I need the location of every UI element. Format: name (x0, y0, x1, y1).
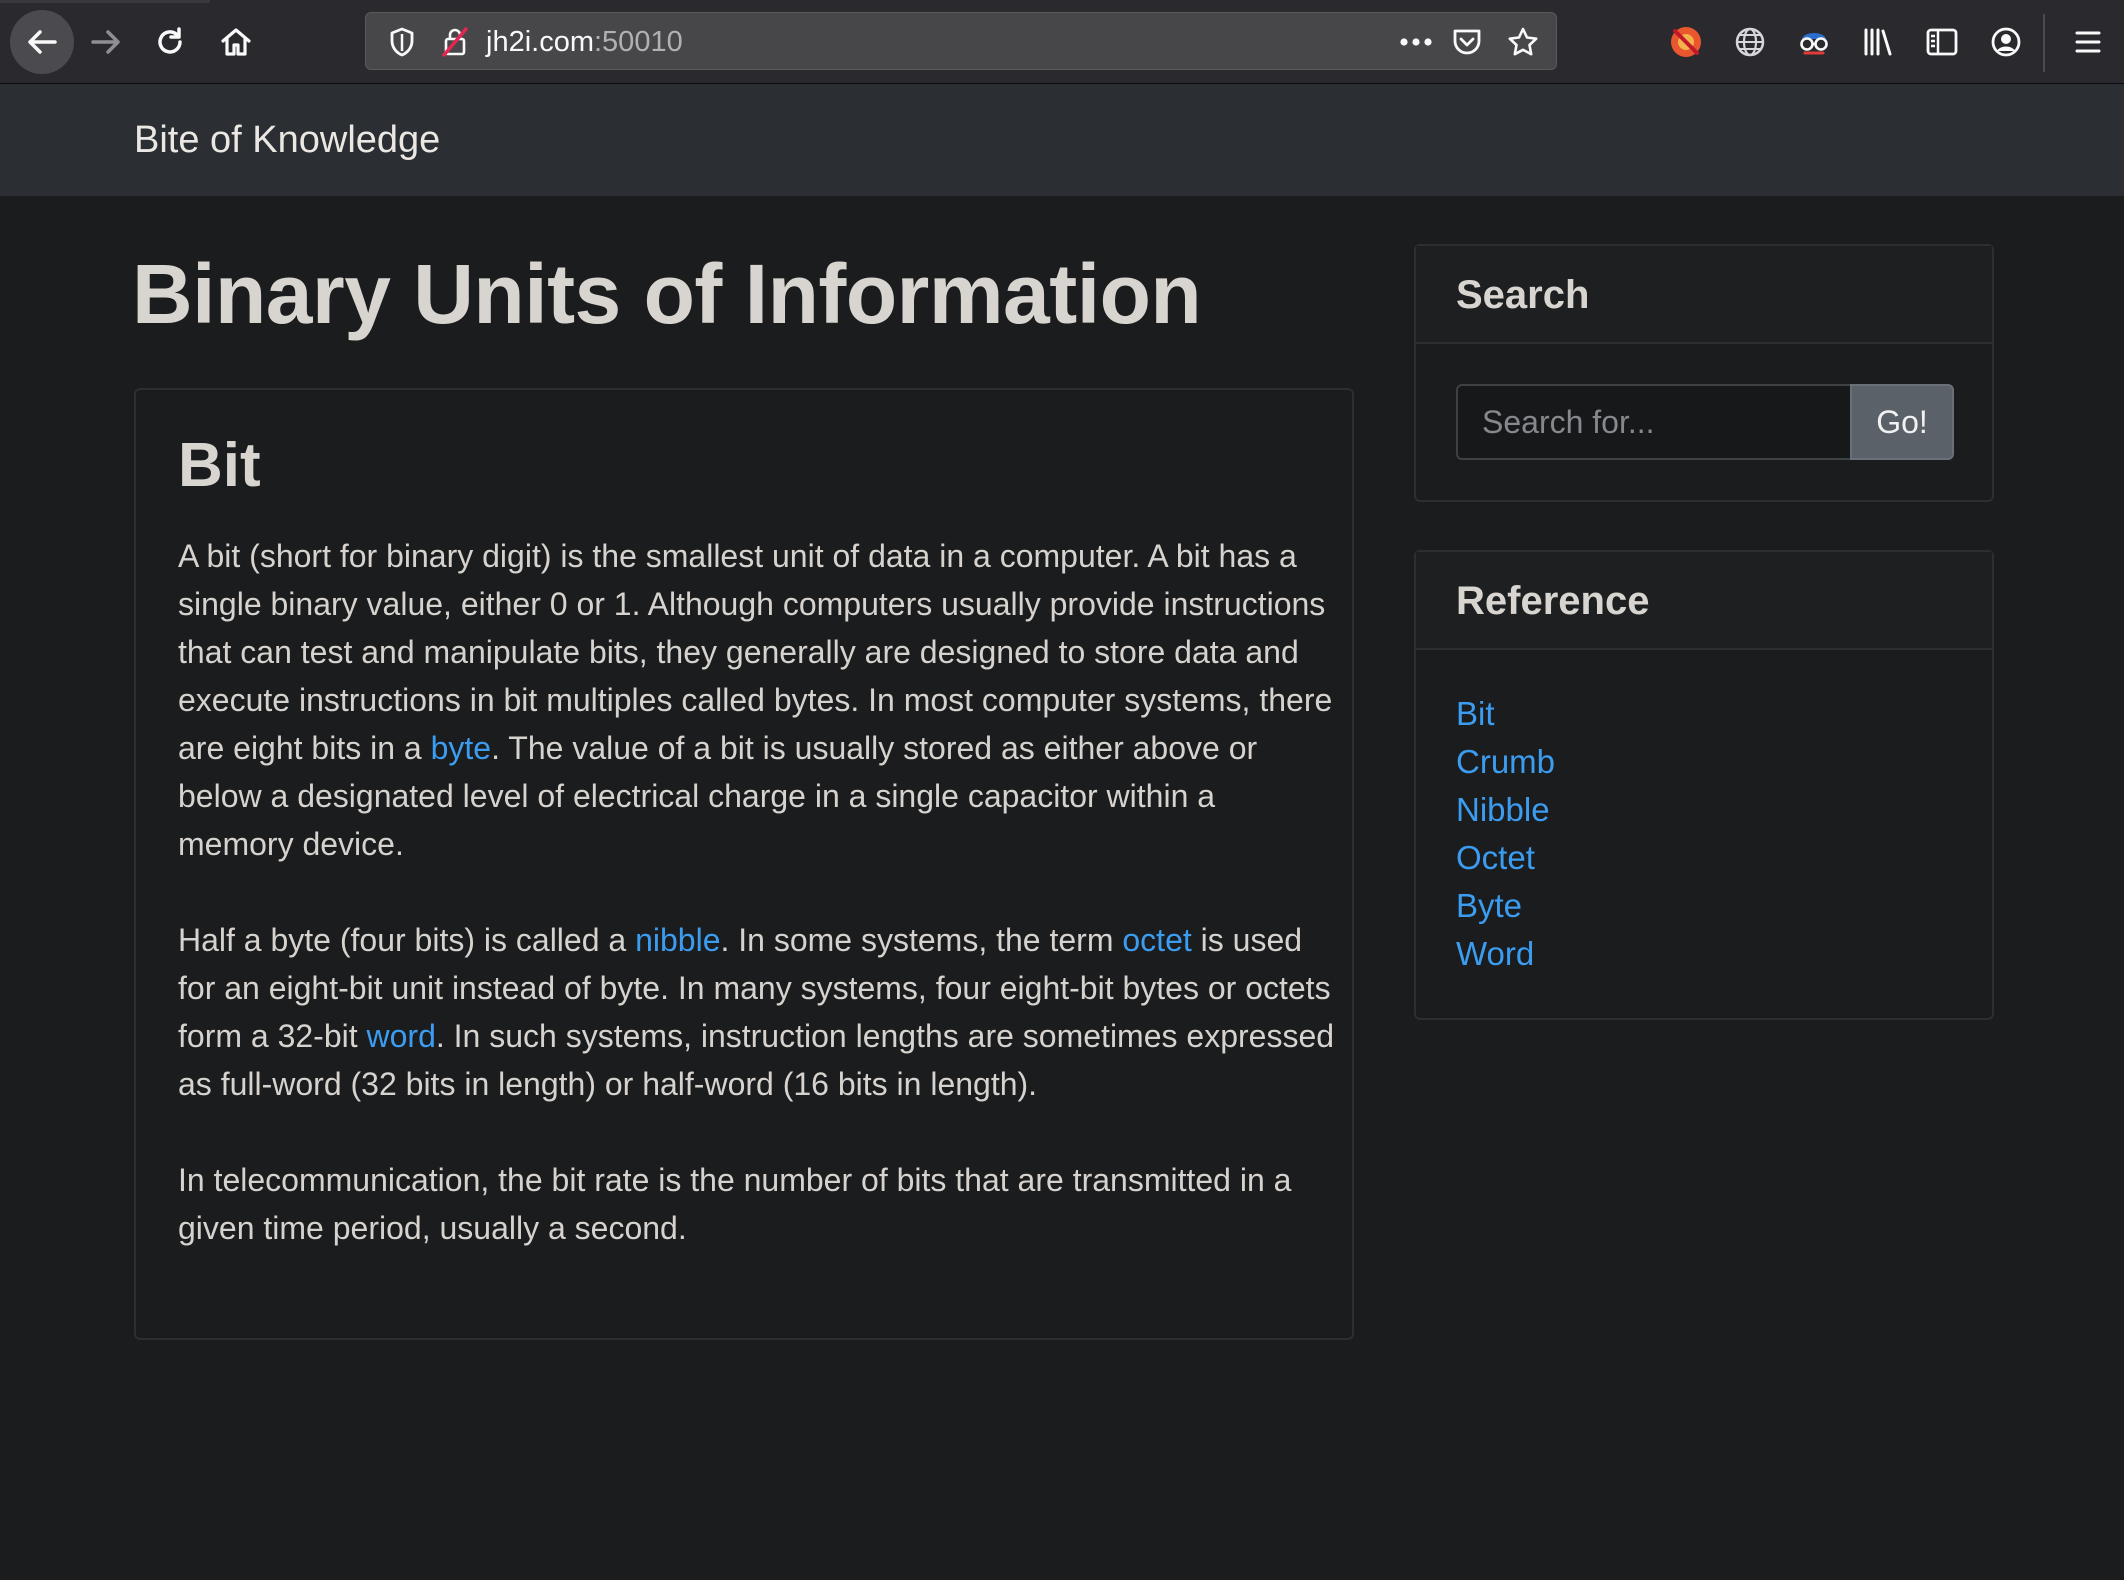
article-paragraph-3: In telecommunication, the bit rate is th… (178, 1162, 1292, 1246)
url-host: jh2i.com (486, 26, 594, 58)
toolbar-separator (2043, 14, 2045, 72)
search-widget: Search Go! (1414, 244, 1994, 502)
article-title: Bit (178, 431, 261, 500)
account-icon (1991, 27, 2021, 57)
blocker-extension-icon (1671, 27, 1701, 57)
url-text[interactable]: jh2i.com:50010 (486, 13, 683, 71)
link-word[interactable]: word (367, 1018, 436, 1054)
home-icon (221, 28, 251, 56)
library-icon (1864, 28, 1892, 56)
tab-strip (0, 0, 210, 3)
menu-button[interactable] (2056, 10, 2120, 74)
site-brand-link[interactable]: Bite of Knowledge (134, 84, 440, 196)
forward-arrow-icon (91, 30, 120, 54)
back-button[interactable] (10, 10, 74, 74)
site-navbar: Bite of Knowledge (0, 84, 2124, 196)
reference-link-byte[interactable]: Byte (1456, 887, 1522, 924)
reference-widget-title: Reference (1456, 579, 1650, 623)
bookmark-star-icon[interactable] (1502, 13, 1544, 71)
insecure-lock-icon[interactable] (432, 13, 478, 71)
search-input[interactable] (1456, 384, 1850, 460)
reference-item: Byte (1456, 882, 1555, 930)
reload-icon (158, 27, 182, 54)
back-arrow-icon (28, 30, 57, 54)
page-actions-ellipsis-icon[interactable] (1394, 13, 1438, 71)
url-port: :50010 (594, 26, 683, 58)
reference-item: Octet (1456, 834, 1555, 882)
sidebar-icon (1926, 28, 1958, 56)
extension-spy-button[interactable] (1782, 10, 1846, 74)
reload-button[interactable] (138, 10, 202, 74)
link-nibble[interactable]: nibble (635, 922, 720, 958)
reference-link-bit[interactable]: Bit (1456, 695, 1495, 732)
forward-button[interactable] (74, 10, 138, 74)
paragraph-text: . In some systems, the term (720, 922, 1123, 958)
tracking-protection-shield-icon[interactable] (378, 13, 426, 71)
reference-item: Bit (1456, 690, 1555, 738)
paragraph-text: Half a byte (four bits) is called a (178, 922, 636, 958)
pocket-icon[interactable] (1446, 13, 1488, 71)
spy-extension-icon (1800, 33, 1828, 55)
page-title: Binary Units of Information (132, 247, 1202, 341)
search-widget-title: Search (1456, 273, 1590, 317)
browser-toolbar: jh2i.com:50010 (0, 0, 2124, 84)
library-button[interactable] (1846, 10, 1910, 74)
article-card: Bit A bit (short for binary digit) is th… (134, 388, 1354, 1340)
hamburger-menu-icon (2075, 31, 2101, 53)
search-widget-header: Search (1416, 246, 1992, 344)
reference-item: Word (1456, 930, 1555, 978)
reference-link-octet[interactable]: Octet (1456, 839, 1535, 876)
search-go-button[interactable]: Go! (1850, 384, 1954, 460)
account-button[interactable] (1974, 10, 2038, 74)
home-button[interactable] (204, 10, 268, 74)
extension-globe-button[interactable] (1718, 10, 1782, 74)
reference-link-nibble[interactable]: Nibble (1456, 791, 1550, 828)
article-paragraph-1: A bit (short for binary digit) is the sm… (178, 532, 1338, 868)
reference-link-word[interactable]: Word (1456, 935, 1534, 972)
link-byte[interactable]: byte (431, 730, 491, 766)
article-paragraph-2: Half a byte (four bits) is called a nibb… (178, 916, 1338, 1108)
link-octet[interactable]: octet (1122, 922, 1191, 958)
article-body: A bit (short for binary digit) is the sm… (178, 532, 1338, 1252)
reference-widget: Reference Bit Crumb Nibble Octet Byte Wo… (1414, 550, 1994, 1020)
reference-widget-header: Reference (1416, 552, 1992, 650)
sidebar-toggle-button[interactable] (1910, 10, 1974, 74)
extension-blocker-button[interactable] (1654, 10, 1718, 74)
reference-link-crumb[interactable]: Crumb (1456, 743, 1555, 780)
url-bar[interactable]: jh2i.com:50010 (365, 12, 1557, 70)
globe-icon (1735, 27, 1765, 57)
reference-list: Bit Crumb Nibble Octet Byte Word (1456, 690, 1555, 978)
reference-item: Crumb (1456, 738, 1555, 786)
reference-item: Nibble (1456, 786, 1555, 834)
